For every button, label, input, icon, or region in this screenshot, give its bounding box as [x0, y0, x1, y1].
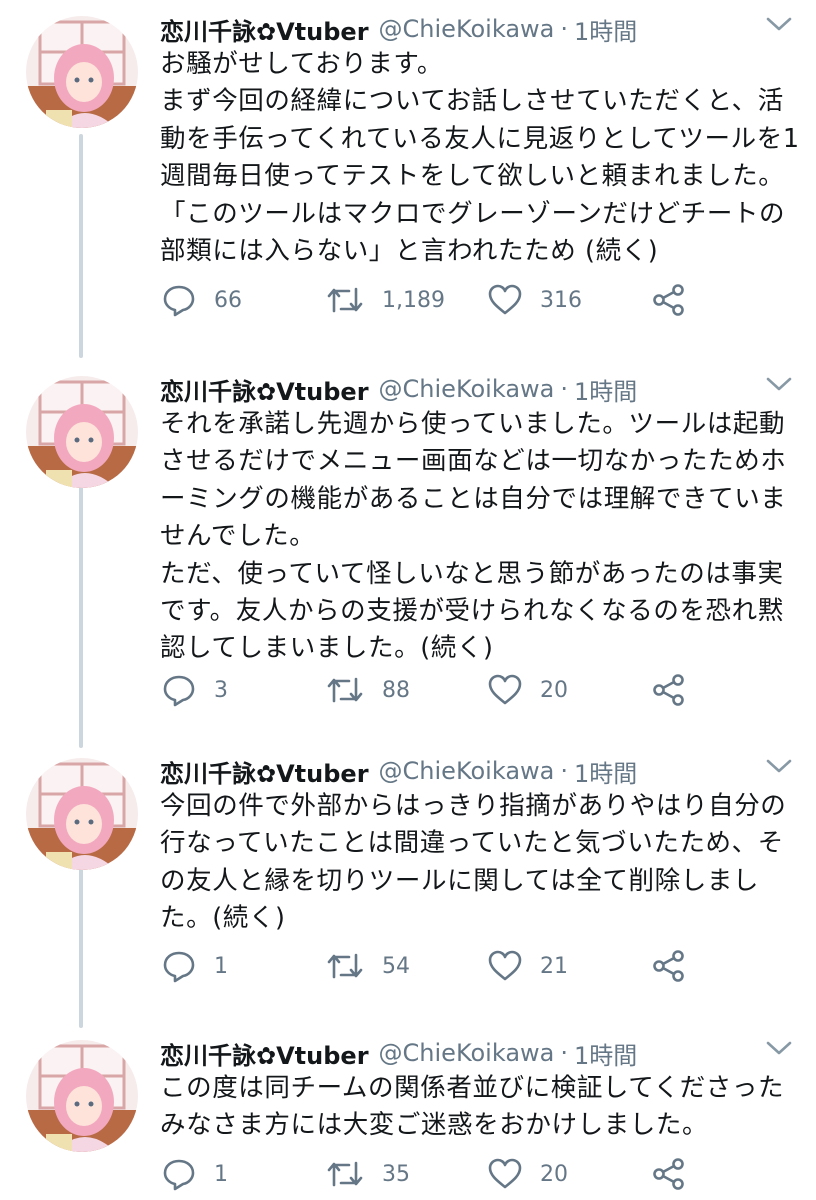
tweet-header: 恋川千詠✿Vtuber @ChieKoikawa · 1時間: [160, 368, 806, 410]
reply-button[interactable]: 3: [162, 670, 228, 710]
share-icon: [653, 950, 684, 982]
reply-icon: [163, 1159, 195, 1191]
like-button[interactable]: 20: [488, 1154, 568, 1194]
like-button[interactable]: 21: [488, 946, 568, 986]
tweet-text: 今回の件で外部からはっきり指摘がありやはり自分の行なっていたことは間違っていたと…: [160, 791, 787, 934]
like-count: 20: [540, 677, 568, 703]
chevron-down-icon[interactable]: [762, 1036, 796, 1060]
retweet-button[interactable]: 1,189: [326, 280, 445, 320]
share-icon: [653, 1158, 684, 1190]
tweet-header: 恋川千詠✿Vtuber @ChieKoikawa · 1時間: [160, 750, 806, 792]
retweet-icon: [327, 1161, 363, 1187]
user-handle[interactable]: @ChieKoikawa: [379, 757, 555, 785]
retweet-icon: [327, 953, 363, 979]
tweet-actions: 1 54 21: [160, 946, 720, 986]
heart-icon: [488, 284, 522, 315]
separator: ·: [560, 375, 569, 403]
chevron-down-icon[interactable]: [762, 12, 796, 36]
retweet-count: 88: [382, 677, 410, 703]
reply-button[interactable]: 1: [162, 1154, 228, 1194]
user-handle[interactable]: @ChieKoikawa: [379, 375, 555, 403]
reply-button[interactable]: 66: [162, 280, 242, 320]
display-name[interactable]: 恋川千詠✿Vtuber: [160, 12, 369, 47]
retweet-button[interactable]: 88: [326, 670, 410, 710]
chevron-down-icon[interactable]: [762, 754, 796, 778]
reply-button[interactable]: 1: [162, 946, 228, 986]
separator: ·: [560, 1039, 569, 1067]
tweet-text: この度は同チームの関係者並びに検証してくださったみなさま方には大変ご迷惑をおかけ…: [160, 1073, 785, 1141]
reply-count: 66: [214, 287, 242, 313]
tweet-actions: 1 35 20: [160, 1154, 720, 1194]
share-button[interactable]: [652, 946, 686, 986]
tweet-text: それを承諾し先週から使っていました。ツールは起動させるだけでメニュー画面などは一…: [160, 409, 787, 664]
user-handle[interactable]: @ChieKoikawa: [379, 1039, 555, 1067]
retweet-count: 54: [382, 953, 410, 979]
heart-icon: [488, 950, 522, 981]
separator: ·: [560, 757, 569, 785]
share-button[interactable]: [652, 1154, 686, 1194]
reply-count: 1: [214, 1161, 228, 1187]
chevron-down-icon[interactable]: [762, 372, 796, 396]
tweet[interactable]: 恋川千詠✿Vtuber @ChieKoikawa · 1時間 お騒がせしておりま…: [0, 0, 816, 352]
timestamp[interactable]: 1時間: [574, 754, 637, 789]
share-icon: [653, 284, 684, 316]
reply-icon: [163, 675, 195, 707]
user-handle[interactable]: @ChieKoikawa: [379, 15, 555, 43]
reply-icon: [163, 285, 195, 317]
like-count: 20: [540, 1161, 568, 1187]
heart-icon: [488, 674, 522, 705]
like-count: 21: [540, 953, 568, 979]
retweet-button[interactable]: 35: [326, 1154, 410, 1194]
retweet-icon: [327, 677, 363, 703]
reply-count: 3: [214, 677, 228, 703]
retweet-icon: [327, 287, 363, 313]
tweet[interactable]: 恋川千詠✿Vtuber @ChieKoikawa · 1時間 この度は同チームの…: [0, 1024, 816, 1200]
tweet[interactable]: 恋川千詠✿Vtuber @ChieKoikawa · 1時間 今回の件で外部から…: [0, 742, 816, 1022]
share-icon: [653, 674, 684, 706]
retweet-count: 35: [382, 1161, 410, 1187]
share-button[interactable]: [652, 280, 686, 320]
tweet-header: 恋川千詠✿Vtuber @ChieKoikawa · 1時間: [160, 8, 806, 50]
reply-count: 1: [214, 953, 228, 979]
avatar[interactable]: [26, 758, 138, 870]
avatar[interactable]: [26, 1040, 138, 1152]
avatar[interactable]: [26, 16, 138, 128]
retweet-count: 1,189: [382, 287, 445, 313]
like-button[interactable]: 20: [488, 670, 568, 710]
display-name[interactable]: 恋川千詠✿Vtuber: [160, 372, 369, 407]
tweet-actions: 3 88 20: [160, 670, 720, 710]
display-name[interactable]: 恋川千詠✿Vtuber: [160, 1036, 369, 1071]
tweet-text: お騒がせしております。 まず今回の経緯についてお話しさせていただくと、活動を手伝…: [160, 49, 800, 267]
share-button[interactable]: [652, 670, 686, 710]
separator: ·: [560, 15, 569, 43]
tweet-actions: 66 1,189 316: [160, 280, 720, 320]
timestamp[interactable]: 1時間: [574, 1036, 637, 1071]
tweet-thread: 恋川千詠✿Vtuber @ChieKoikawa · 1時間 お騒がせしておりま…: [0, 0, 816, 1200]
timestamp[interactable]: 1時間: [574, 12, 637, 47]
reply-icon: [163, 951, 195, 983]
retweet-button[interactable]: 54: [326, 946, 410, 986]
tweet-header: 恋川千詠✿Vtuber @ChieKoikawa · 1時間: [160, 1032, 806, 1074]
heart-icon: [488, 1158, 522, 1189]
timestamp[interactable]: 1時間: [574, 372, 637, 407]
tweet[interactable]: 恋川千詠✿Vtuber @ChieKoikawa · 1時間 それを承諾し先週か…: [0, 360, 816, 740]
like-count: 316: [540, 287, 582, 313]
avatar[interactable]: [26, 376, 138, 488]
display-name[interactable]: 恋川千詠✿Vtuber: [160, 754, 369, 789]
like-button[interactable]: 316: [488, 280, 582, 320]
